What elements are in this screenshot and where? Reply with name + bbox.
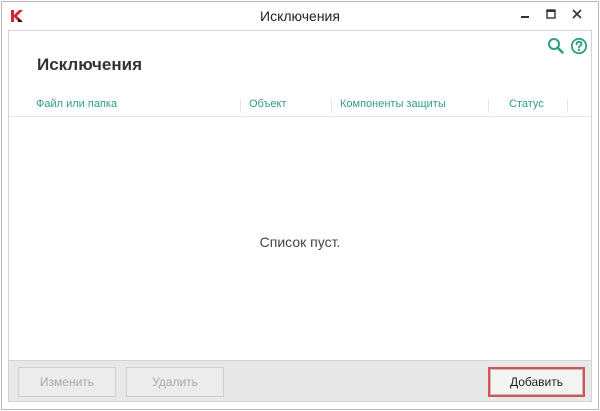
edit-button[interactable]: Изменить (18, 367, 116, 397)
empty-list-message: Список пуст. (259, 234, 341, 250)
column-header-protection-components[interactable]: Компоненты защиты (340, 98, 446, 110)
delete-button[interactable]: Удалить (126, 367, 224, 397)
add-button[interactable]: Добавить (488, 367, 585, 397)
exclusions-panel: Исключения Файл или папка Объект Компоне… (8, 30, 592, 360)
table-header: Файл или папка Объект Компоненты защиты … (9, 95, 591, 117)
window-title: Исключения (260, 8, 340, 24)
minimize-button[interactable] (512, 4, 538, 24)
search-icon[interactable] (547, 37, 565, 55)
page-title: Исключения (37, 55, 143, 74)
title-bar[interactable]: Исключения (2, 2, 598, 30)
close-button[interactable] (564, 4, 590, 24)
maximize-button[interactable] (538, 4, 564, 24)
button-bar: Изменить Удалить Добавить (8, 360, 592, 402)
column-divider (331, 99, 332, 113)
close-icon (572, 9, 582, 19)
help-icon[interactable] (570, 37, 588, 55)
exclusions-window: Исключения Исключения Файл или папка Объ… (1, 1, 599, 410)
column-divider (240, 99, 241, 113)
column-header-status[interactable]: Статус (509, 98, 544, 110)
column-divider (488, 99, 489, 113)
maximize-icon (546, 9, 556, 19)
column-header-file-or-folder[interactable]: Файл или папка (36, 98, 117, 110)
column-header-object[interactable]: Объект (249, 98, 286, 110)
column-divider (567, 99, 568, 113)
minimize-icon (520, 9, 530, 19)
